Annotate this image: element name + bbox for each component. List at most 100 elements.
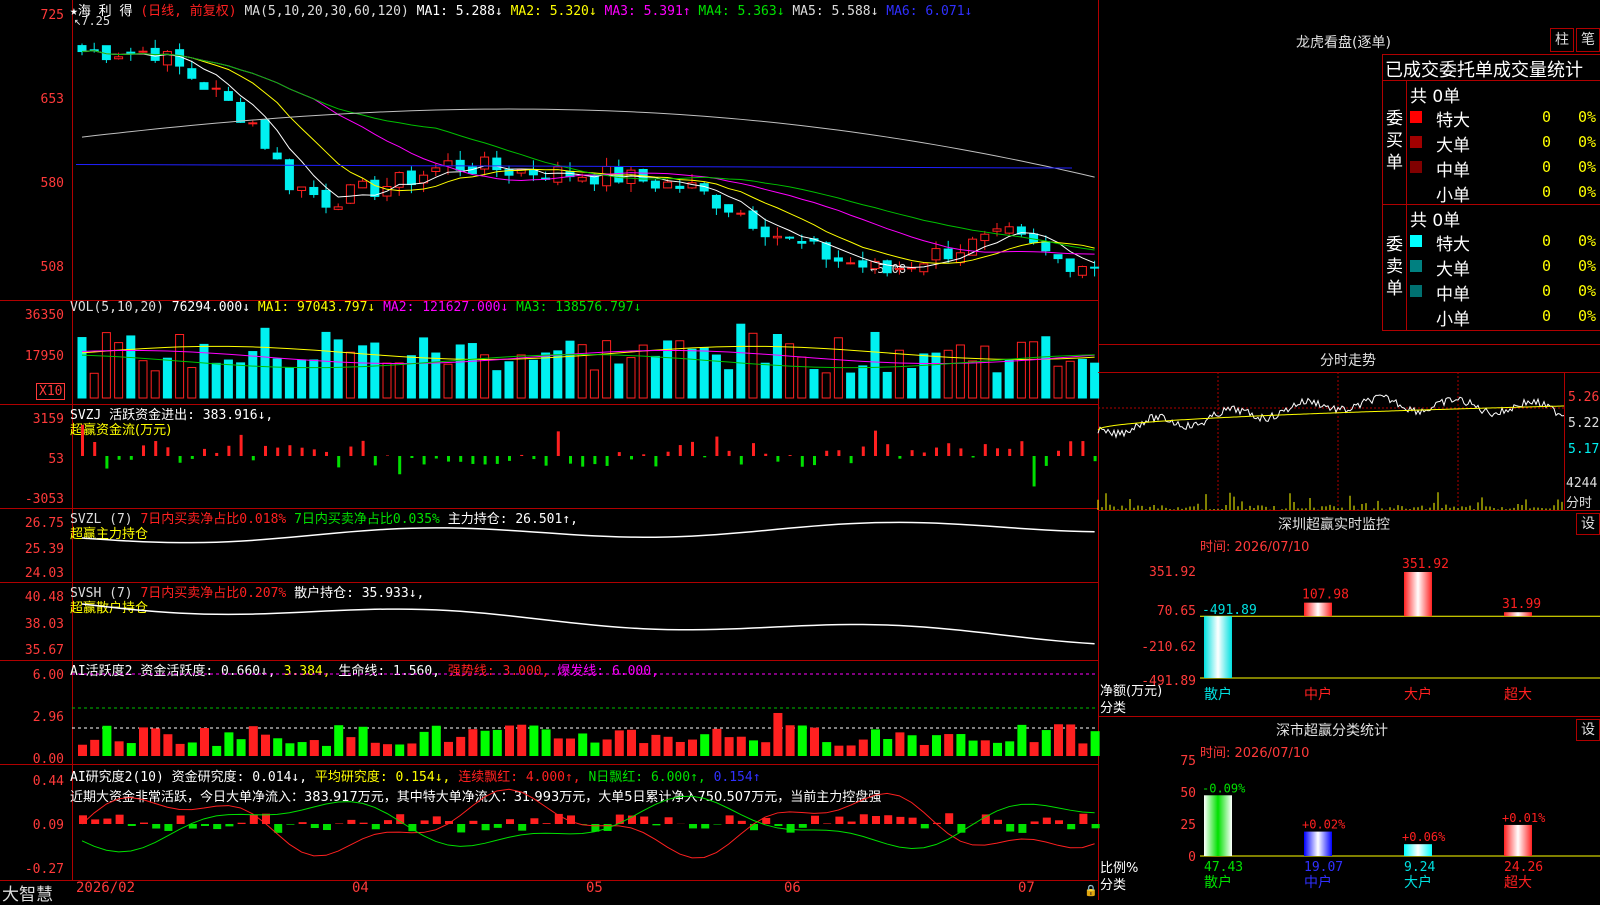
candle-body xyxy=(407,171,415,185)
money-flow-bar xyxy=(886,444,889,456)
svzj-y-label-1: 3159 xyxy=(0,412,64,427)
activity-bar xyxy=(90,740,99,756)
classify-bar-chart[interactable]: -0.09%47.43散户+0.02%19.07中户+0.06%9.24大户+0… xyxy=(1200,760,1600,900)
volume-bar xyxy=(334,340,342,398)
research-bar xyxy=(360,823,368,824)
candle-body xyxy=(761,227,769,237)
activity-bar xyxy=(993,743,1002,756)
bar-mode-button[interactable]: 柱 xyxy=(1550,28,1574,52)
date-tick-5: 07 xyxy=(1018,880,1035,896)
candle-body xyxy=(249,123,257,124)
volume-chart[interactable] xyxy=(72,300,1098,404)
tick-mode-button[interactable]: 笔 xyxy=(1576,28,1600,52)
candle-body xyxy=(444,161,452,166)
research-bar xyxy=(103,819,111,824)
svzl-chart[interactable] xyxy=(72,508,1098,582)
buy-row-label-1: 特大 xyxy=(1436,106,1470,131)
ai-research-chart[interactable] xyxy=(72,764,1098,880)
ai1-y-label-3: 0.00 xyxy=(0,752,64,767)
activity-bar xyxy=(749,740,758,756)
svzl-y-label-2: 25.39 xyxy=(0,542,64,557)
volume-bar xyxy=(1054,366,1062,398)
buy-row-count-3: 0 xyxy=(1542,158,1551,176)
research-bar xyxy=(543,823,551,824)
activity-bar xyxy=(102,726,111,756)
money-flow-bar xyxy=(484,456,487,464)
activity-bar xyxy=(920,745,929,756)
money-flow-bar xyxy=(1057,451,1060,456)
svsh-y-label-3: 35.67 xyxy=(0,643,64,658)
intraday-chart[interactable] xyxy=(1098,372,1564,510)
buy-row-label-2: 大单 xyxy=(1436,131,1470,156)
money-flow-bar xyxy=(508,456,511,461)
monitor-category-2: 中户 xyxy=(1304,686,1332,703)
money-flow-bar xyxy=(496,456,499,464)
kline-chart[interactable] xyxy=(72,0,1098,300)
research-bar xyxy=(128,824,136,826)
volume-bar xyxy=(261,328,269,398)
research-bar xyxy=(921,824,929,828)
monitor-bar-chart[interactable]: -491.89107.98351.9231.99散户中户大户超大 xyxy=(1200,572,1600,682)
activity-bar xyxy=(1054,724,1063,756)
sell-swatch-1 xyxy=(1410,235,1422,247)
fenshi-vol-label: 分时 xyxy=(1566,492,1592,511)
money-flow-bar xyxy=(93,442,96,456)
sell-row-label-3: 中单 xyxy=(1436,280,1470,305)
research-bar xyxy=(213,824,221,829)
activity-bar xyxy=(346,737,355,756)
money-flow-bar xyxy=(984,444,987,456)
volume-bar xyxy=(688,349,696,398)
activity-bar xyxy=(456,737,465,756)
monitor-settings-button[interactable]: 设 xyxy=(1576,513,1600,535)
research-bar xyxy=(994,820,1002,824)
activity-bar xyxy=(651,735,660,756)
candle-body xyxy=(237,102,245,122)
svzj-chart[interactable] xyxy=(72,404,1098,508)
money-flow-bar xyxy=(667,452,670,456)
candle-body xyxy=(224,92,232,101)
volume-bar xyxy=(212,363,220,398)
lock-icon[interactable]: 🔒 xyxy=(1084,884,1098,897)
volume-bar xyxy=(651,356,659,398)
research-bar xyxy=(945,813,953,824)
money-flow-bar xyxy=(911,450,914,456)
activity-bar xyxy=(786,725,795,756)
activity-bar xyxy=(908,735,917,756)
classify-y-label-1: 75 xyxy=(1130,754,1196,769)
candle-body xyxy=(163,52,171,65)
research-bar xyxy=(701,824,709,828)
sell-row-percent-3: 0% xyxy=(1578,282,1596,300)
volume-bar xyxy=(883,372,891,398)
classify-y-label-2: 50 xyxy=(1130,786,1196,801)
activity-bar xyxy=(615,730,624,756)
research-bar xyxy=(689,824,697,828)
monitor-value-label-3: 351.92 xyxy=(1402,557,1449,572)
volume-bar xyxy=(590,370,598,398)
money-flow-bar xyxy=(728,451,731,456)
volume-bar xyxy=(529,360,537,398)
ai-activity-chart[interactable] xyxy=(72,660,1098,764)
money-flow-bar xyxy=(166,447,169,456)
classify-category-1: 散户 xyxy=(1204,874,1232,891)
research-bar xyxy=(787,824,795,833)
brand-logo[interactable]: 大智慧 xyxy=(2,880,53,905)
research-bar xyxy=(738,821,746,824)
volume-bar xyxy=(871,332,879,398)
research-bar xyxy=(848,822,856,824)
sell-row-count-4: 0 xyxy=(1542,307,1551,325)
volume-bar xyxy=(566,341,574,398)
activity-bar xyxy=(969,741,978,756)
sell-row-count-2: 0 xyxy=(1542,257,1551,275)
buy-row-percent-1: 0% xyxy=(1578,108,1596,126)
fenshi-price-high: 5.26 xyxy=(1568,390,1599,405)
volume-bar xyxy=(981,346,989,398)
svsh-chart[interactable] xyxy=(72,582,1098,660)
candle-body xyxy=(627,170,635,183)
money-flow-bar xyxy=(459,456,462,462)
money-flow-bar xyxy=(715,437,718,456)
research-bar xyxy=(506,819,514,824)
money-flow-bar xyxy=(154,441,157,456)
money-flow-bar xyxy=(972,456,975,457)
classify-settings-button[interactable]: 设 xyxy=(1576,719,1600,741)
research-bar xyxy=(884,815,892,824)
